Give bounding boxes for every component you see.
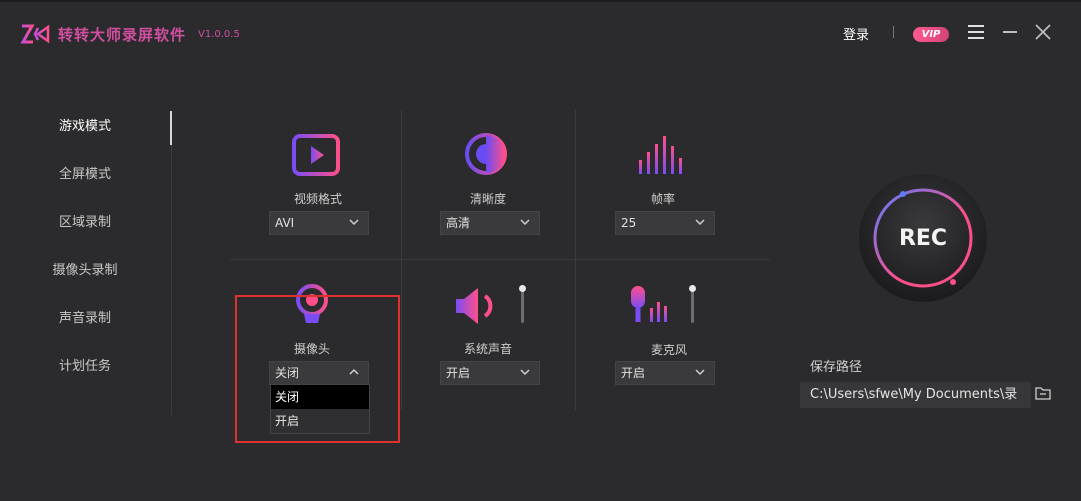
chevron-down-icon — [520, 369, 530, 376]
microphone-icon — [631, 286, 667, 322]
video-play-icon — [292, 134, 340, 176]
sidebar-item-fullscreen-mode[interactable]: 全屏模式 — [0, 163, 170, 182]
login-button[interactable]: 登录 — [843, 24, 869, 43]
header-separator — [893, 26, 894, 38]
video-format-label: 视频格式 — [293, 192, 342, 206]
system-sound-volume-slider[interactable] — [519, 285, 526, 323]
menu-icon[interactable] — [968, 25, 984, 39]
sidebar-item-game-mode[interactable]: 游戏模式 — [0, 115, 170, 134]
system-sound-label: 系统声音 — [463, 342, 512, 356]
close-icon[interactable] — [1035, 24, 1051, 40]
chevron-down-icon — [520, 219, 530, 226]
microphone-value: 开启 — [621, 366, 646, 380]
sidebar-active-indicator — [170, 111, 172, 145]
folder-icon[interactable] — [1035, 386, 1051, 400]
sidebar-item-scheduled-task[interactable]: 计划任务 — [0, 355, 170, 374]
sidebar-item-camera-record[interactable]: 摄像头录制 — [0, 259, 170, 278]
grid-divider — [575, 110, 576, 410]
highlight-box — [235, 295, 400, 443]
clarity-dropdown[interactable]: 高清 — [440, 211, 540, 235]
app-version: V1.0.0.5 — [198, 29, 240, 40]
record-button[interactable] — [857, 172, 989, 304]
slider-knob[interactable] — [689, 285, 696, 292]
microphone-volume-slider[interactable] — [689, 285, 696, 323]
system-sound-dropdown[interactable]: 开启 — [440, 361, 540, 385]
app-title: 转转大师录屏软件 — [58, 26, 187, 44]
microphone-dropdown[interactable]: 开启 — [615, 361, 715, 385]
slider-knob[interactable] — [519, 285, 526, 292]
sidebar-item-audio-record[interactable]: 声音录制 — [0, 307, 170, 326]
chevron-down-icon — [349, 219, 359, 226]
save-path-label: 保存路径 — [810, 360, 863, 375]
frame-rate-label: 帧率 — [650, 192, 675, 206]
vip-badge[interactable]: VIP — [913, 27, 949, 42]
speaker-icon — [456, 288, 493, 324]
clarity-label: 清晰度 — [469, 192, 506, 206]
video-format-value: AVI — [275, 216, 295, 230]
chevron-down-icon — [695, 219, 705, 226]
grid-divider — [230, 259, 770, 260]
frame-rate-dropdown[interactable]: 25 — [615, 211, 715, 235]
logo-icon — [20, 24, 50, 44]
title-bar: 转转大师录屏软件 V1.0.0.5 登录 VIP — [0, 0, 1081, 64]
clarity-icon — [465, 133, 507, 175]
system-sound-value: 开启 — [446, 366, 471, 380]
chevron-down-icon — [695, 369, 705, 376]
grid-divider — [401, 110, 402, 410]
microphone-label: 麦克风 — [650, 343, 687, 357]
video-format-dropdown[interactable]: AVI — [269, 211, 369, 235]
frame-rate-icon — [639, 136, 682, 174]
save-path-field[interactable]: C:\Users\sfwe\My Documents\录 — [800, 382, 1031, 408]
sidebar-divider — [171, 145, 172, 415]
clarity-value: 高清 — [446, 216, 471, 230]
sidebar-item-region-record[interactable]: 区域录制 — [0, 211, 170, 230]
minimize-icon[interactable] — [1003, 31, 1017, 33]
frame-rate-value: 25 — [621, 216, 637, 230]
